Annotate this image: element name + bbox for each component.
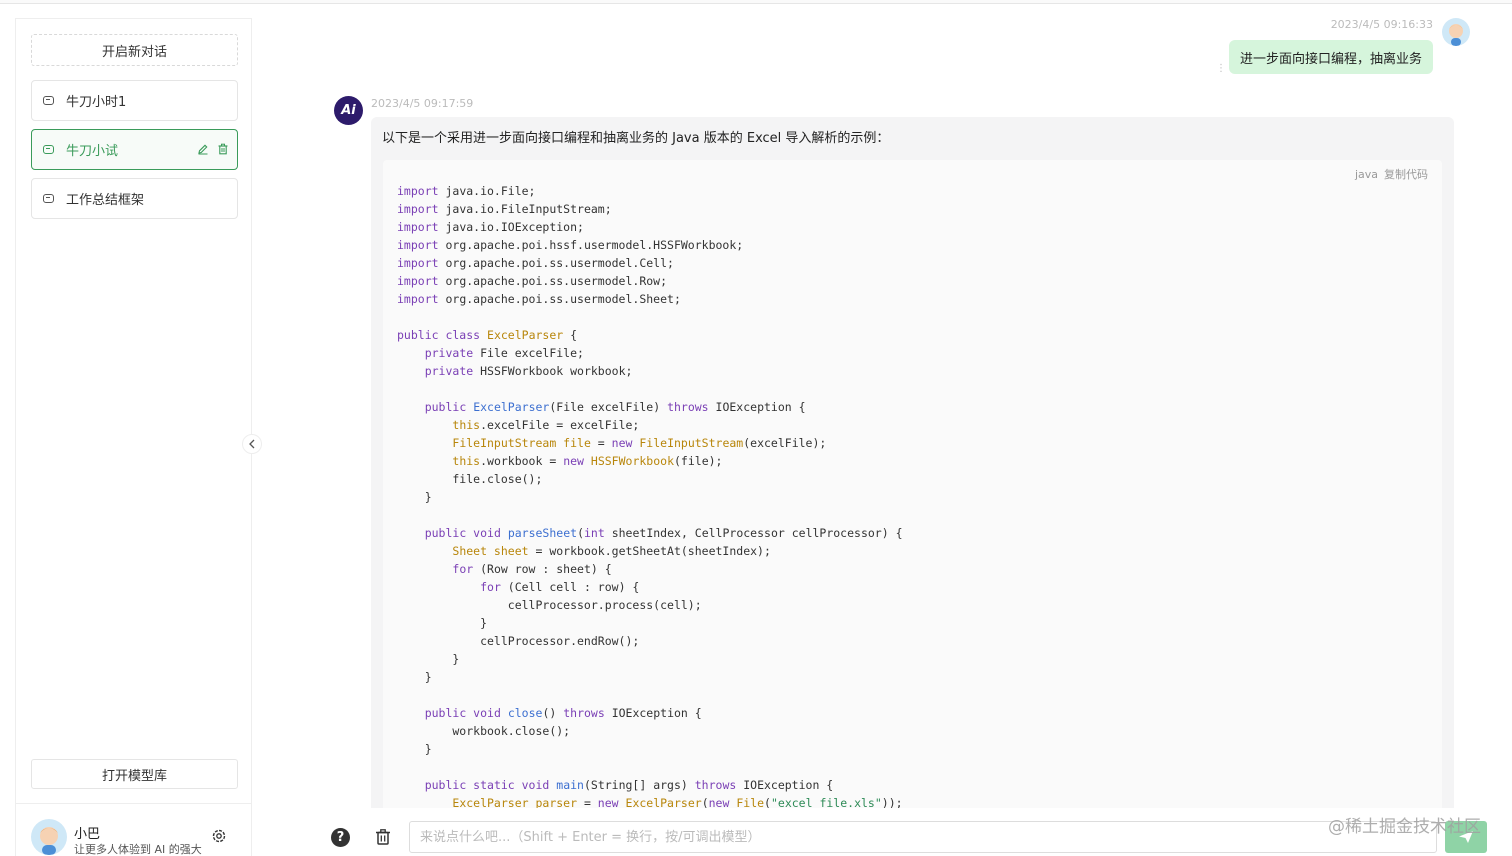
conversation-label: 工作总结框架: [66, 193, 145, 208]
help-icon[interactable]: ?: [331, 828, 350, 847]
conversation-item[interactable]: 牛刀小时1: [31, 80, 238, 121]
copy-code-button[interactable]: 复制代码: [1384, 168, 1428, 181]
user-message-avatar: [1442, 18, 1470, 46]
chat-icon: [43, 96, 54, 105]
chat-icon: [43, 145, 54, 154]
more-icon[interactable]: ⋮: [1216, 63, 1226, 74]
chat-icon: [43, 194, 54, 203]
message-timestamp: 2023/4/5 09:17:59: [371, 97, 474, 110]
watermark: @稀土掘金技术社区: [1328, 817, 1481, 837]
user-message-bubble: 进一步面向接口编程，抽离业务: [1228, 40, 1433, 74]
conversation-label: 牛刀小试: [66, 144, 119, 159]
top-border: [0, 0, 1512, 4]
user-avatar[interactable]: [31, 819, 67, 855]
chat-area: 2023/4/5 09:16:33 进一步面向接口编程，抽离业务 ⋮ Ai 20…: [253, 18, 1512, 808]
sidebar: 开启新对话 牛刀小时1 牛刀小试 工作总结框架 打开模型库 小巴 让更多人体验到: [15, 18, 252, 856]
message-input[interactable]: [409, 821, 1437, 853]
ai-avatar: Ai: [334, 96, 363, 125]
delete-icon[interactable]: [217, 143, 229, 155]
new-chat-button[interactable]: 开启新对话: [31, 34, 238, 66]
code-block: java 复制代码 import java.io.File; import jav…: [383, 160, 1442, 808]
open-model-library-button[interactable]: 打开模型库: [31, 759, 238, 789]
ai-message-bubble: 以下是一个采用进一步面向接口编程和抽离业务的 Java 版本的 Excel 导入…: [371, 117, 1454, 808]
ai-message-text: 以下是一个采用进一步面向接口编程和抽离业务的 Java 版本的 Excel 导入…: [382, 131, 890, 146]
clear-chat-icon[interactable]: [374, 828, 392, 846]
conversation-label: 牛刀小时1: [66, 95, 127, 110]
conversation-item-active[interactable]: 牛刀小试: [31, 129, 238, 170]
code-content: import java.io.File; import java.io.File…: [397, 184, 903, 808]
edit-icon[interactable]: [197, 143, 209, 155]
user-description: 让更多人体验到 AI 的强大: [74, 843, 202, 856]
conversation-item[interactable]: 工作总结框架: [31, 178, 238, 219]
user-name: 小巴: [74, 827, 101, 842]
divider: [16, 803, 251, 804]
code-language: java: [1354, 168, 1378, 181]
gear-icon[interactable]: [210, 827, 228, 845]
code-header: java 复制代码: [1349, 166, 1428, 182]
message-timestamp: 2023/4/5 09:16:33: [1330, 18, 1433, 31]
